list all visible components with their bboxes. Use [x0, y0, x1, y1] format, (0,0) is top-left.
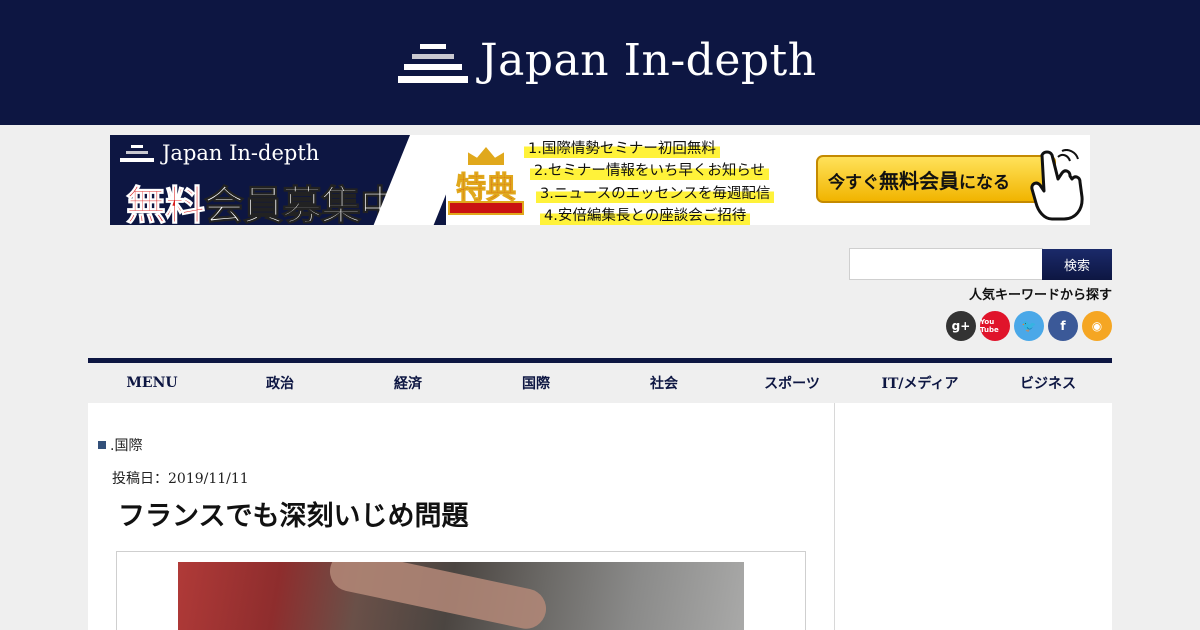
- article-image: [178, 562, 744, 630]
- article-category[interactable]: .国際: [98, 435, 142, 455]
- category-square-icon: [98, 441, 106, 449]
- rss-icon[interactable]: ◉: [1082, 311, 1112, 341]
- nav-international[interactable]: 国際: [472, 363, 600, 403]
- nav-it-media[interactable]: IT/メディア: [856, 363, 984, 403]
- category-label: .国際: [110, 438, 143, 454]
- google-plus-icon[interactable]: g+: [946, 311, 976, 341]
- search-button[interactable]: 検索: [1042, 249, 1112, 280]
- join-free-label: 今すぐ無料会員になる: [828, 168, 1010, 193]
- benefit-item: 3.ニュースのエッセンスを毎週配信: [536, 182, 775, 203]
- popular-keywords-link[interactable]: 人気キーワードから探す: [969, 284, 1112, 303]
- banner-recruit-headline: 無料会員募集中: [126, 173, 401, 226]
- social-links: g+ You Tube 🐦 f ◉: [946, 311, 1112, 341]
- ribbon-icon: [448, 201, 524, 215]
- facebook-icon[interactable]: f: [1048, 311, 1078, 341]
- article-title: フランスでも深刻いじめ問題: [118, 501, 469, 532]
- sidebar: [835, 403, 1112, 630]
- membership-banner[interactable]: Japan In-depth 無料会員募集中 特典 1.国際情勢セミナー初回無料…: [110, 135, 1090, 225]
- nav-sports[interactable]: スポーツ: [728, 363, 856, 403]
- site-name: Japan In-depth: [480, 34, 817, 86]
- benefits-list: 1.国際情勢セミナー初回無料 2.セミナー情報をいち早くお知らせ 3.ニュースの…: [524, 135, 814, 225]
- nav-economy[interactable]: 経済: [344, 363, 472, 403]
- youtube-icon[interactable]: You Tube: [980, 311, 1010, 341]
- nav-business[interactable]: ビジネス: [984, 363, 1112, 403]
- pointing-hand-icon: [1030, 149, 1084, 221]
- nav-menu[interactable]: MENU: [88, 363, 216, 403]
- tokuten-badge: 特典: [446, 147, 526, 217]
- banner-recruit-members: 会員募集中: [204, 182, 401, 226]
- banner-logo: Japan In-depth: [120, 141, 319, 165]
- nav-society[interactable]: 社会: [600, 363, 728, 403]
- benefit-item: 4.安倍編集長との座談会ご招待: [540, 204, 751, 225]
- banner-recruit-free: 無料: [126, 182, 206, 226]
- nav-politics[interactable]: 政治: [216, 363, 344, 403]
- banner-logo-mark-icon: [120, 142, 154, 164]
- main-nav: MENU 政治 経済 国際 社会 スポーツ IT/メディア ビジネス: [88, 358, 1112, 403]
- logo-mark-icon: [398, 36, 468, 84]
- posted-date: 投稿日：2019/11/11: [112, 471, 249, 487]
- site-logo[interactable]: Japan In-depth: [398, 30, 817, 90]
- search-input[interactable]: [849, 248, 1043, 280]
- site-header: Japan In-depth: [0, 0, 1200, 125]
- twitter-icon[interactable]: 🐦: [1014, 311, 1044, 341]
- join-free-button[interactable]: 今すぐ無料会員になる: [816, 155, 1056, 203]
- benefit-item: 1.国際情勢セミナー初回無料: [524, 137, 720, 158]
- benefit-item: 2.セミナー情報をいち早くお知らせ: [530, 159, 770, 180]
- banner-logo-text: Japan In-depth: [162, 141, 320, 165]
